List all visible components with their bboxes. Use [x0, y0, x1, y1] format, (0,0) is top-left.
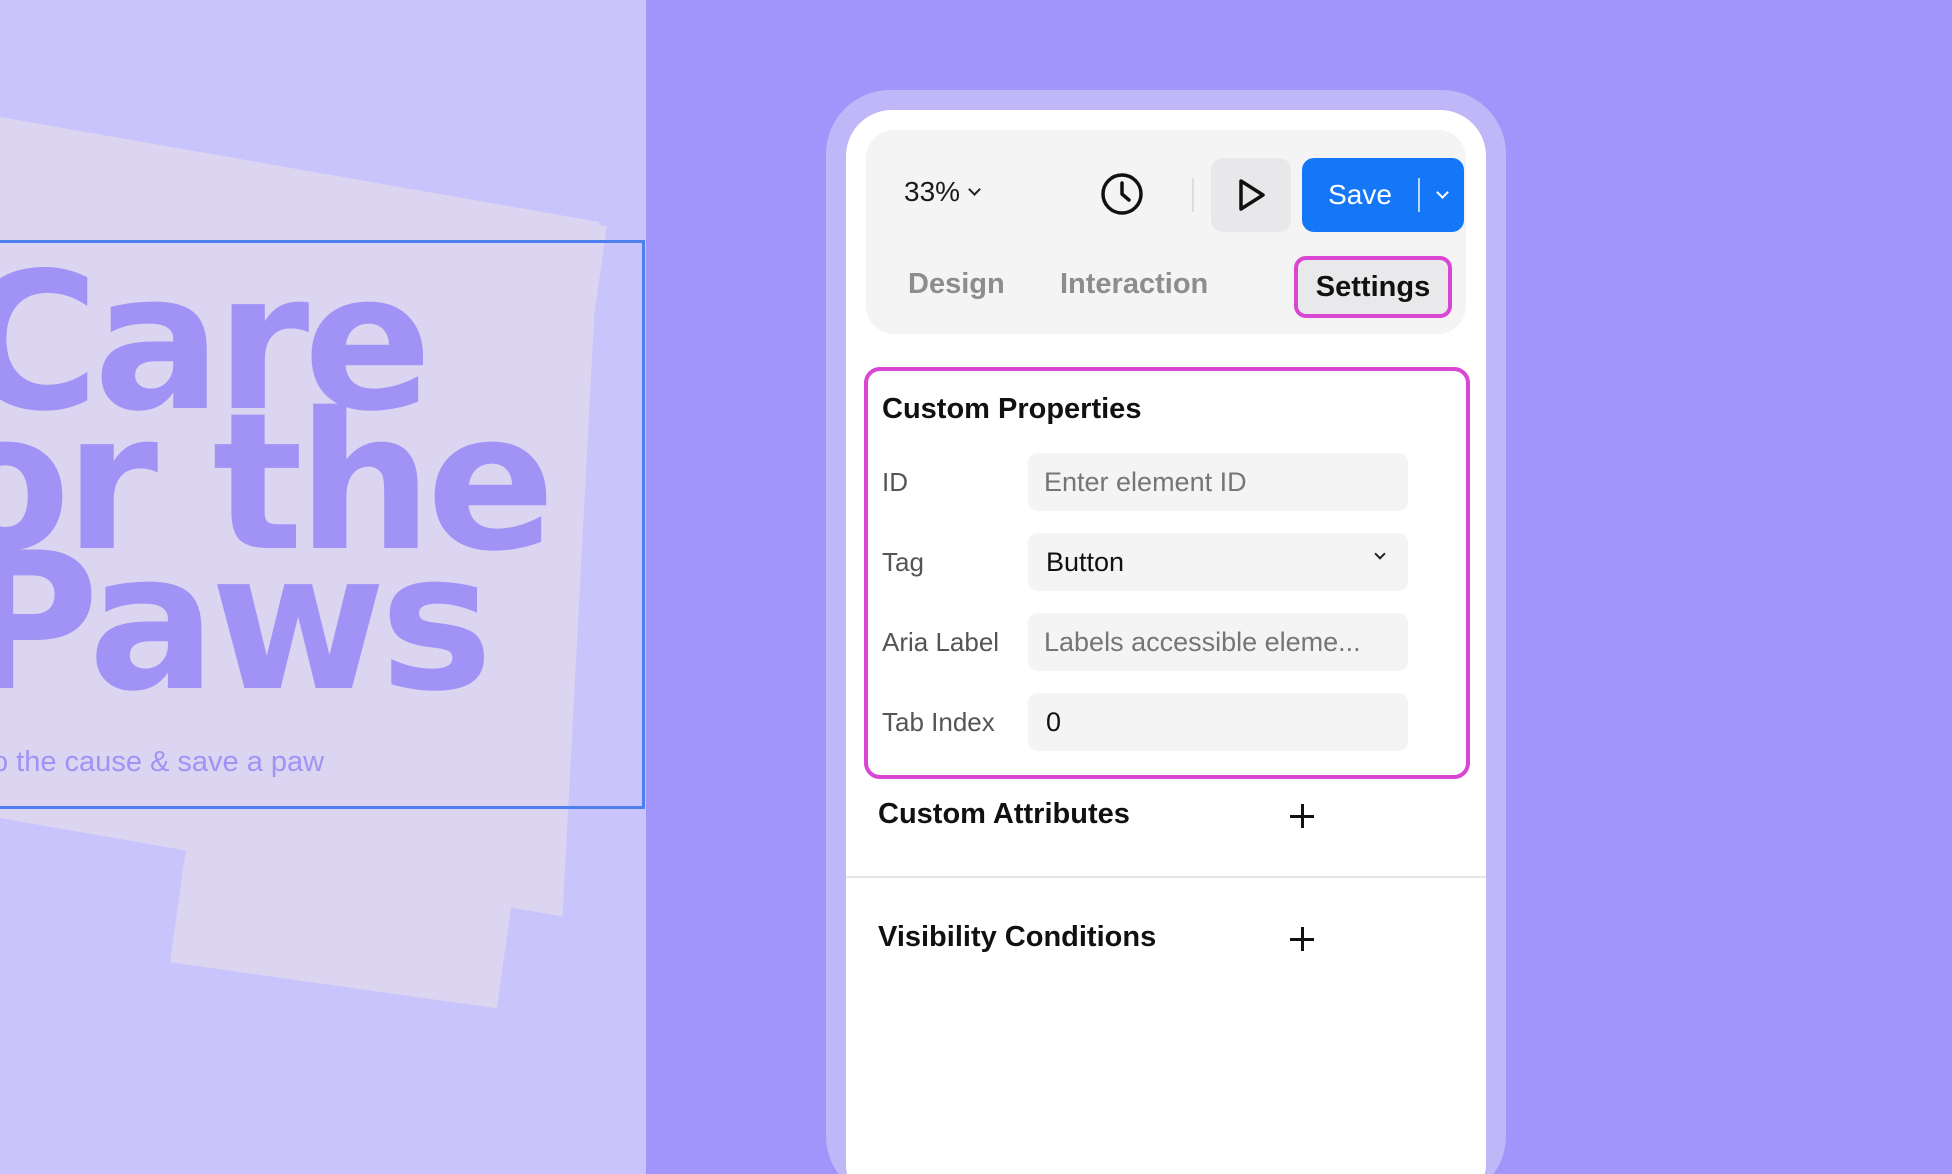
- section-divider: [846, 876, 1486, 878]
- zoom-dropdown[interactable]: 33%: [904, 176, 981, 208]
- custom-properties-section: Custom Properties ID Tag Button Aria Lab…: [864, 367, 1470, 779]
- element-selection-box[interactable]: [0, 240, 645, 809]
- toolbar-divider: [1192, 178, 1194, 212]
- save-options-button[interactable]: [1420, 186, 1464, 199]
- design-canvas: Care or the Paws o the cause & save a pa…: [0, 0, 646, 1174]
- clock-icon: [1101, 173, 1143, 215]
- custom-properties-title: Custom Properties: [882, 393, 1142, 425]
- plus-icon[interactable]: [1290, 927, 1314, 951]
- tag-select[interactable]: Button: [1028, 533, 1408, 591]
- id-input[interactable]: [1028, 453, 1408, 511]
- tab-index-value: 0: [1046, 706, 1062, 737]
- visibility-conditions-title: Visibility Conditions: [878, 921, 1157, 953]
- custom-attributes-title: Custom Attributes: [878, 798, 1130, 830]
- play-icon: [1239, 179, 1265, 211]
- settings-panel-frame: 33% Save Design Interaction Settings Cus…: [826, 90, 1506, 1174]
- panel-header: 33% Save Design Interaction Settings: [866, 130, 1466, 334]
- preview-button[interactable]: [1211, 158, 1291, 232]
- tab-index-label: Tab Index: [882, 707, 995, 737]
- tab-design[interactable]: Design: [908, 268, 1005, 301]
- aria-label-label: Aria Label: [882, 627, 1000, 657]
- chevron-down-icon: [968, 183, 981, 196]
- tag-label: Tag: [882, 547, 924, 577]
- zoom-level: 33%: [904, 176, 961, 207]
- chevron-down-icon: [1435, 186, 1449, 199]
- tab-interaction[interactable]: Interaction: [1060, 268, 1208, 301]
- tab-settings[interactable]: Settings: [1294, 256, 1452, 318]
- history-button[interactable]: [1098, 170, 1146, 218]
- save-button[interactable]: Save: [1302, 158, 1464, 232]
- id-label: ID: [882, 467, 908, 497]
- tab-index-input[interactable]: 0: [1028, 693, 1408, 751]
- aria-label-input[interactable]: [1028, 613, 1408, 671]
- settings-panel: 33% Save Design Interaction Settings Cus…: [846, 110, 1486, 1174]
- chevron-down-icon: [1374, 548, 1386, 560]
- save-button-label: Save: [1328, 179, 1392, 210]
- tag-select-value: Button: [1046, 546, 1125, 577]
- plus-icon[interactable]: [1290, 804, 1314, 828]
